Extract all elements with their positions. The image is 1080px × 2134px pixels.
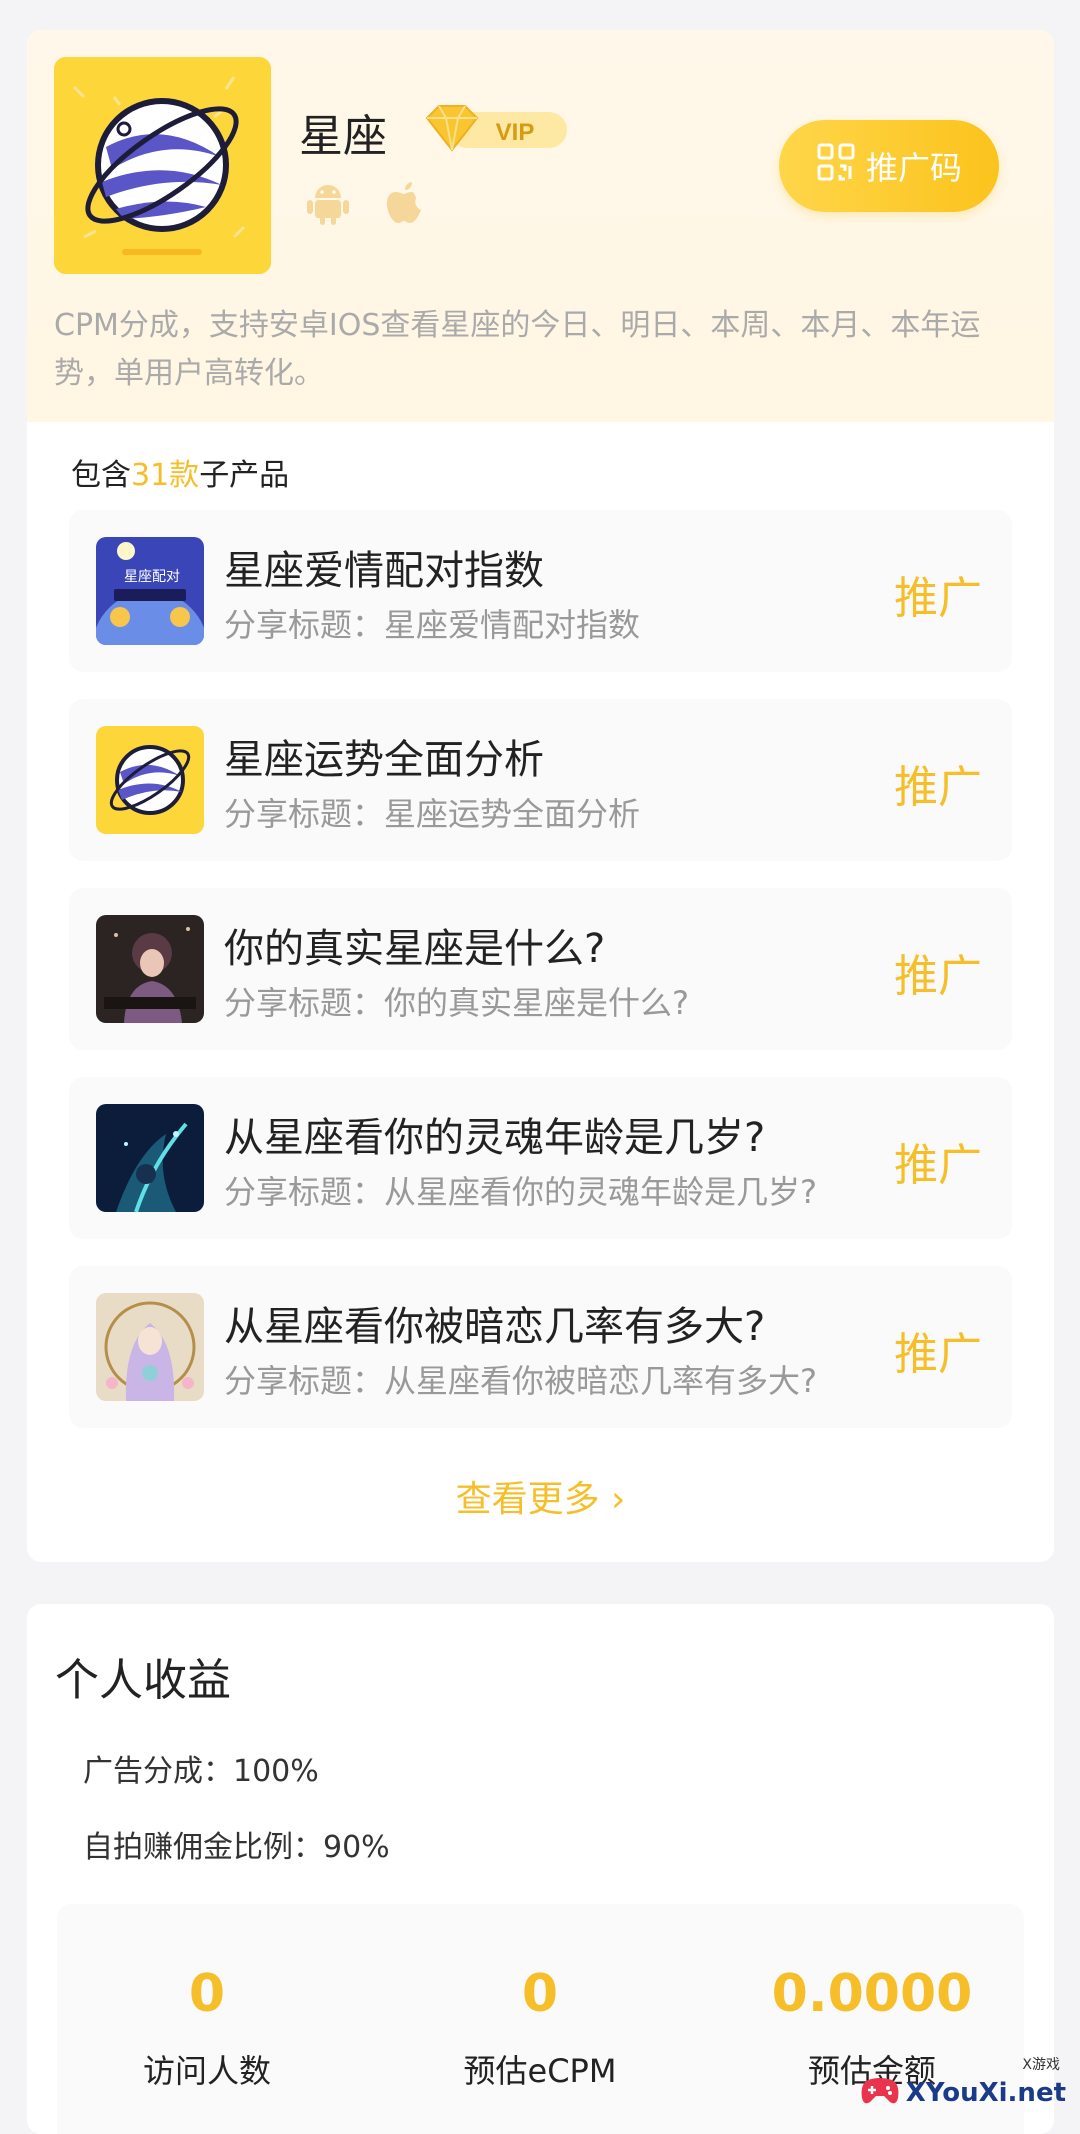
promote-button[interactable]: 推广 xyxy=(894,562,982,626)
list-item[interactable]: 星座运势全面分析 分享标题：星座运势全面分析 推广 xyxy=(69,699,1012,861)
vip-label: VIP xyxy=(496,119,535,146)
stat-value: 0 xyxy=(521,1964,559,2024)
stat-label: 访问人数 xyxy=(142,2052,271,2090)
subproduct-count-value: 31款 xyxy=(131,458,200,493)
promote-button[interactable]: 推广 xyxy=(894,1129,982,1193)
stat-value: 0.0000 xyxy=(771,1964,973,2024)
promote-button[interactable]: 推广 xyxy=(894,751,982,815)
list-item[interactable]: 从星座看你被暗恋几率有多大? 分享标题：从星座看你被暗恋几率有多大? 推广 xyxy=(69,1266,1012,1428)
app-card: 星座 VIP 推广码 CPM分成，支持安卓IOS查看星座的今日、明日、本周、本月… xyxy=(27,30,1054,1562)
promo-code-label: 推广码 xyxy=(865,149,962,187)
stat-ecpm: 0 预估eCPM xyxy=(390,1964,690,2092)
product-share-title: 分享标题：星座爱情配对指数 xyxy=(224,606,641,644)
view-more-link[interactable]: 查看更多 › xyxy=(27,1470,1054,1522)
product-share-title: 分享标题：星座运势全面分析 xyxy=(224,795,641,833)
watermark: XYouXi.net X游戏 xyxy=(860,2057,1066,2112)
promo-code-button[interactable]: 推广码 xyxy=(779,120,999,212)
product-share-title: 分享标题：从星座看你的灵魂年龄是几岁? xyxy=(224,1173,817,1211)
subproduct-count: 包含31款子产品 xyxy=(71,458,290,493)
promote-button[interactable]: 推广 xyxy=(894,940,982,1004)
vip-badge: VIP xyxy=(419,98,571,158)
product-title: 从星座看你被暗恋几率有多大? xyxy=(224,1304,766,1350)
app-name: 星座 xyxy=(299,111,387,162)
gamepad-logo-icon xyxy=(860,2074,900,2112)
ad-share-text: 广告分成：100% xyxy=(83,1754,319,1789)
product-title: 你的真实星座是什么? xyxy=(224,926,606,972)
app-icon xyxy=(54,57,271,274)
product-share-title: 分享标题：从星座看你被暗恋几率有多大? xyxy=(224,1362,817,1400)
android-icon xyxy=(303,178,353,228)
commission-text: 自拍赚佣金比例：90% xyxy=(83,1830,390,1865)
product-thumbnail xyxy=(96,1293,204,1401)
product-thumbnail xyxy=(96,915,204,1023)
app-description: CPM分成，支持安卓IOS查看星座的今日、明日、本周、本月、本年运势，单用户高转… xyxy=(54,308,981,391)
product-thumbnail xyxy=(96,726,204,834)
product-thumbnail: 星座配对 xyxy=(96,537,204,645)
watermark-text: XYouXi.net xyxy=(905,2078,1066,2108)
list-item[interactable]: 你的真实星座是什么? 分享标题：你的真实星座是什么? 推广 xyxy=(69,888,1012,1050)
thumbnail-text: 星座配对 xyxy=(124,569,180,585)
stat-amount: 0.0000 预估金额 xyxy=(722,1964,1022,2092)
platform-icons xyxy=(303,178,429,228)
product-title: 从星座看你的灵魂年龄是几岁? xyxy=(224,1115,766,1161)
product-share-title: 分享标题：你的真实星座是什么? xyxy=(224,984,689,1022)
promote-button[interactable]: 推广 xyxy=(894,1318,982,1382)
qr-code-icon xyxy=(816,142,856,190)
list-item[interactable]: 从星座看你的灵魂年龄是几岁? 分享标题：从星座看你的灵魂年龄是几岁? 推广 xyxy=(69,1077,1012,1239)
product-thumbnail xyxy=(96,1104,204,1212)
list-item[interactable]: 星座配对 星座爱情配对指数 分享标题：星座爱情配对指数 推广 xyxy=(69,510,1012,672)
product-title: 星座爱情配对指数 xyxy=(224,548,544,594)
stat-value: 0 xyxy=(188,1964,226,2024)
earnings-title: 个人收益 xyxy=(55,1655,231,1706)
watermark-small-text: X游戏 xyxy=(1022,2057,1060,2073)
earnings-card: 个人收益 广告分成：100% 自拍赚佣金比例：90% 0 访问人数 0 预估eC… xyxy=(27,1604,1054,2134)
product-title: 星座运势全面分析 xyxy=(224,737,544,783)
app-header: 星座 VIP 推广码 CPM分成，支持安卓IOS查看星座的今日、明日、本周、本月… xyxy=(27,30,1054,422)
apple-icon xyxy=(379,178,429,228)
stat-label: 预估eCPM xyxy=(463,2052,617,2090)
stat-visitors: 0 访问人数 xyxy=(57,1964,357,2092)
